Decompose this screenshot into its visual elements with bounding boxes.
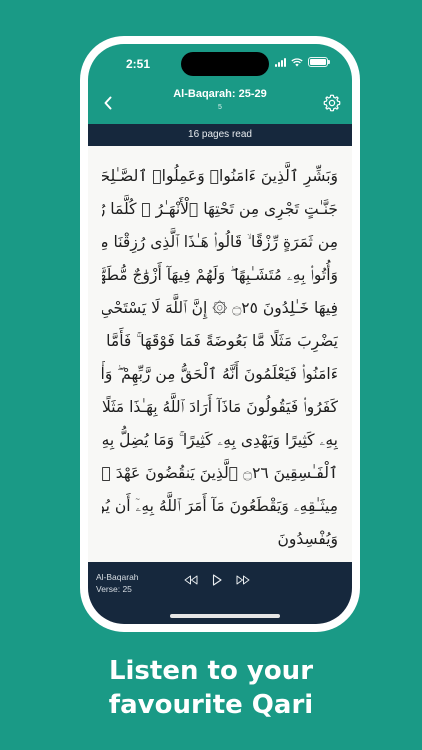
status-time: 2:51	[126, 57, 151, 71]
audio-player: Al-Baqarah Verse: 25	[88, 562, 352, 624]
app-screen: 2:51 Al-Baqarah: 25-29 5 16 pages read و…	[88, 44, 352, 624]
gear-icon	[323, 94, 341, 112]
status-bar: 2:51	[88, 44, 352, 82]
verse-line: فِيهَا خَـٰلِدُونَ ۝٢٥ ۞ إِنَّ ٱللَّهَ ل…	[102, 299, 338, 317]
player-controls	[184, 573, 250, 587]
verse-line: كَفَرُوا۟ فَيَقُولُونَ مَاذَآ أَرَادَ ٱل…	[102, 398, 338, 416]
page-subtitle: 5	[218, 104, 222, 111]
wifi-icon	[291, 57, 303, 66]
settings-button[interactable]	[322, 93, 342, 113]
phone-frame: 2:51 Al-Baqarah: 25-29 5 16 pages read و…	[80, 36, 360, 632]
status-icons	[275, 57, 330, 67]
app-header: Al-Baqarah: 25-29 5	[88, 82, 352, 124]
rewind-button[interactable]	[184, 573, 198, 587]
verse-line: مِيثَـٰقِهِۦ وَيَقْطَعُونَ مَآ أَمَرَ ٱل…	[102, 497, 338, 515]
verse-line: ءَامَنُوا۟ فَيَعْلَمُونَ أَنَّهُ ٱلْحَقُ…	[102, 365, 338, 383]
verse-line: ٱلْفَـٰسِقِينَ ۝٢٦ ٱلَّذِينَ يَنقُضُونَ …	[102, 464, 338, 482]
play-button[interactable]	[210, 573, 224, 587]
page-title: Al-Baqarah: 25-29	[173, 88, 267, 100]
quran-reading-pane[interactable]: وَبَشِّرِ ٱلَّذِينَ ءَامَنُوا۟ وَعَمِلُو…	[88, 146, 352, 562]
signal-icon	[275, 57, 286, 67]
verse-line: جَنَّـٰتٍ تَجْرِى مِن تَحْتِهَا ٱلْأَنْه…	[102, 200, 338, 218]
rewind-icon	[184, 575, 198, 585]
verse-line: وَيُفْسِدُونَ	[277, 530, 338, 548]
fast-forward-icon	[236, 575, 250, 585]
battery-icon	[308, 57, 330, 67]
pages-read-banner: 16 pages read	[88, 124, 352, 146]
dynamic-island	[181, 52, 269, 76]
promo-caption: Listen to your favourite Qari	[0, 654, 422, 722]
back-button[interactable]	[98, 92, 118, 114]
player-verse-number: Verse: 25	[96, 584, 132, 594]
fast-forward-button[interactable]	[236, 573, 250, 587]
player-surah-name: Al-Baqarah	[96, 572, 139, 582]
verse-line: وَبَشِّرِ ٱلَّذِينَ ءَامَنُوا۟ وَعَمِلُو…	[102, 167, 338, 185]
verse-line: بِهِۦ كَثِيرًا وَيَهْدِى بِهِۦ كَثِيرًا …	[102, 431, 338, 449]
chevron-left-icon	[104, 96, 112, 110]
play-icon	[212, 574, 222, 586]
verse-line: يَضْرِبَ مَثَلًا مَّا بَعُوضَةً فَمَا فَ…	[102, 332, 338, 350]
verse-line: مِن ثَمَرَةٍ رِّزْقًا ۙ قَالُوا۟ هَـٰذَا…	[102, 233, 338, 251]
verse-line: وَأُتُوا۟ بِهِۦ مُتَشَـٰبِهًا ۖ وَلَهُمْ…	[102, 266, 338, 284]
home-indicator	[170, 614, 280, 618]
promo-caption-line-1: Listen to your	[108, 656, 314, 686]
promo-caption-line-2: favourite Qari	[108, 690, 314, 720]
